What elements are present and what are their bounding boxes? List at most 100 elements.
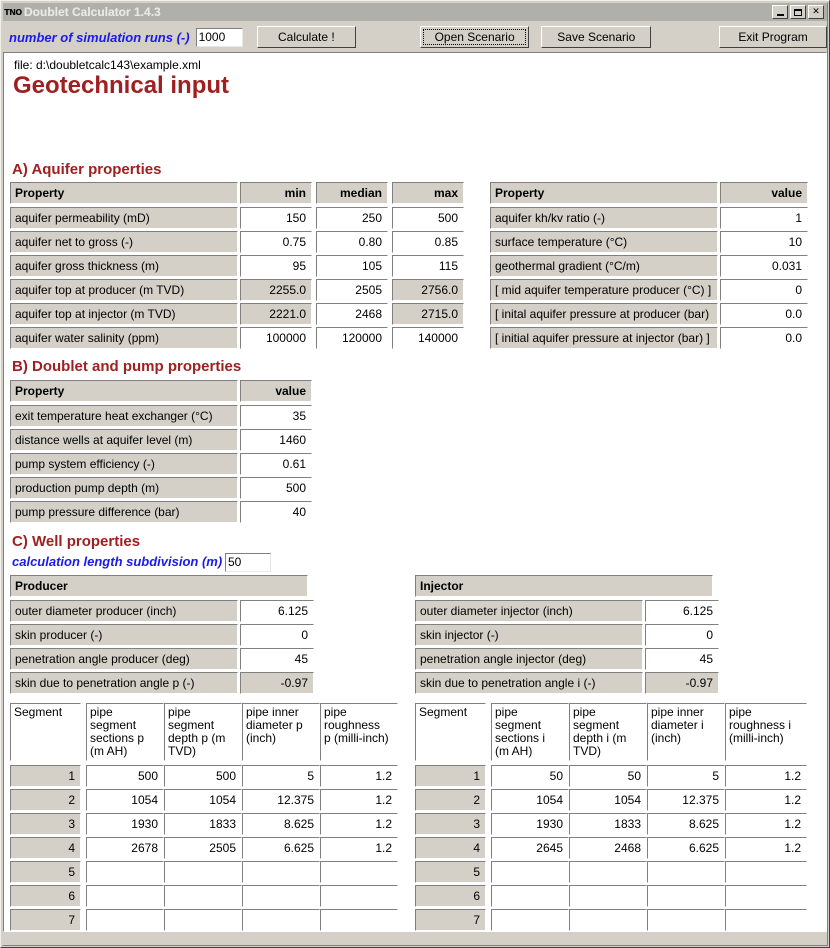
aquifer-right-row-value[interactable]: 0	[720, 279, 808, 301]
producer-segment-diameter[interactable]: 6.625	[242, 837, 320, 859]
injector-segment-roughness[interactable]	[725, 909, 807, 931]
close-button[interactable]: ✕	[808, 5, 824, 19]
producer-segment-diameter[interactable]: 5	[242, 765, 320, 787]
injector-segment-diameter[interactable]: 12.375	[647, 789, 725, 811]
injector-segment-depth[interactable]	[569, 861, 647, 883]
producer-segment-roughness[interactable]	[320, 909, 398, 931]
injector-segment-depth[interactable]: 1054	[569, 789, 647, 811]
aquifer-row-max[interactable]: 115	[392, 255, 464, 277]
producer-segment-depth[interactable]: 500	[164, 765, 242, 787]
injector-segment-depth[interactable]: 1833	[569, 813, 647, 835]
aquifer-row-median[interactable]: 2505	[316, 279, 388, 301]
doublet-row-value[interactable]: 35	[240, 405, 312, 427]
calculate-button[interactable]: Calculate !	[256, 26, 356, 48]
producer-segment-depth[interactable]: 1833	[164, 813, 242, 835]
injector-segment-depth[interactable]	[569, 909, 647, 931]
producer-segment-sections[interactable]: 1054	[86, 789, 164, 811]
aquifer-right-row-value[interactable]: 0.0	[720, 327, 808, 349]
injector-segment-diameter[interactable]	[647, 885, 725, 907]
producer-segment-diameter[interactable]	[242, 861, 320, 883]
injector-segment-depth[interactable]: 50	[569, 765, 647, 787]
maximize-button[interactable]	[790, 5, 806, 19]
producer-segment-depth[interactable]	[164, 885, 242, 907]
injector-segment-sections[interactable]: 1054	[491, 789, 569, 811]
producer-segment-roughness[interactable]	[320, 861, 398, 883]
doublet-row-value[interactable]: 40	[240, 501, 312, 523]
doublet-row-value[interactable]: 0.61	[240, 453, 312, 475]
injector-segment-roughness[interactable]: 1.2	[725, 813, 807, 835]
aquifer-right-row-value[interactable]: 10	[720, 231, 808, 253]
producer-segment-diameter[interactable]	[242, 909, 320, 931]
injector-row-value[interactable]: 6.125	[645, 600, 719, 622]
subdivision-input[interactable]: 50	[225, 553, 271, 572]
injector-row-value[interactable]: 0	[645, 624, 719, 646]
producer-segment-sections[interactable]	[86, 885, 164, 907]
producer-row-label: penetration angle producer (deg)	[10, 648, 238, 670]
aquifer-row-median[interactable]: 105	[316, 255, 388, 277]
aquifer-row-median[interactable]: 2468	[316, 303, 388, 325]
injector-segment-diameter[interactable]	[647, 909, 725, 931]
aquifer-row-min[interactable]: 0.75	[240, 231, 312, 253]
producer-segment-roughness[interactable]	[320, 885, 398, 907]
doublet-row-value[interactable]: 1460	[240, 429, 312, 451]
aquifer-row-min[interactable]: 95	[240, 255, 312, 277]
aquifer-row-median[interactable]: 250	[316, 207, 388, 229]
injector-segment-roughness[interactable]	[725, 885, 807, 907]
producer-segment-roughness[interactable]: 1.2	[320, 789, 398, 811]
doublet-row-value[interactable]: 500	[240, 477, 312, 499]
exit-program-button[interactable]: Exit Program	[719, 26, 828, 48]
producer-segment-sections[interactable]	[86, 909, 164, 931]
producer-segment-depth[interactable]	[164, 861, 242, 883]
producer-segment-sections[interactable]	[86, 861, 164, 883]
producer-segment-diameter[interactable]: 12.375	[242, 789, 320, 811]
injector-segment-depth[interactable]: 2468	[569, 837, 647, 859]
aquifer-right-row-value[interactable]: 0.031	[720, 255, 808, 277]
injector-segment-roughness[interactable]: 1.2	[725, 765, 807, 787]
aquifer-row-max[interactable]: 0.85	[392, 231, 464, 253]
injector-segment-sections[interactable]	[491, 861, 569, 883]
injector-segment-sections[interactable]	[491, 885, 569, 907]
injector-segment-diameter[interactable]: 5	[647, 765, 725, 787]
injector-segment-roughness[interactable]	[725, 861, 807, 883]
injector-row-value[interactable]: 45	[645, 648, 719, 670]
aquifer-row-median[interactable]: 120000	[316, 327, 388, 349]
producer-segment-depth[interactable]: 2505	[164, 837, 242, 859]
injector-segment-depth[interactable]	[569, 885, 647, 907]
injector-segment-roughness[interactable]: 1.2	[725, 837, 807, 859]
producer-segment-roughness[interactable]: 1.2	[320, 837, 398, 859]
producer-segment-depth[interactable]: 1054	[164, 789, 242, 811]
aquifer-row-median[interactable]: 0.80	[316, 231, 388, 253]
minimize-button[interactable]	[772, 5, 788, 19]
aquifer-row-min[interactable]: 100000	[240, 327, 312, 349]
injector-segment-sections[interactable]: 50	[491, 765, 569, 787]
producer-segment-sections[interactable]: 1930	[86, 813, 164, 835]
producer-segment-sections[interactable]: 2678	[86, 837, 164, 859]
injector-segment-sections[interactable]: 1930	[491, 813, 569, 835]
producer-segment-diameter[interactable]: 8.625	[242, 813, 320, 835]
aquifer-row-max[interactable]: 500	[392, 207, 464, 229]
producer-segment-diameter[interactable]	[242, 885, 320, 907]
simulation-runs-input[interactable]: 1000	[195, 27, 243, 47]
producer-segment-sections[interactable]: 500	[86, 765, 164, 787]
injector-segment-sections[interactable]: 2645	[491, 837, 569, 859]
aquifer-right-row-value[interactable]: 1	[720, 207, 808, 229]
injector-segment-sections[interactable]	[491, 909, 569, 931]
producer-segment-roughness[interactable]: 1.2	[320, 765, 398, 787]
injector-segment-diameter[interactable]: 6.625	[647, 837, 725, 859]
injector-segment-diameter[interactable]	[647, 861, 725, 883]
open-scenario-button[interactable]: Open Scenario	[419, 26, 530, 48]
injector-segment-number: 4	[415, 837, 486, 859]
producer-segment-depth[interactable]	[164, 909, 242, 931]
injector-segment-roughness[interactable]: 1.2	[725, 789, 807, 811]
aquifer-row-label: aquifer net to gross (-)	[10, 231, 238, 253]
injector-segment-diameter[interactable]: 8.625	[647, 813, 725, 835]
save-scenario-button[interactable]: Save Scenario	[541, 26, 652, 48]
aquifer-row-max[interactable]: 140000	[392, 327, 464, 349]
aquifer-row-min[interactable]: 150	[240, 207, 312, 229]
producer-row-value[interactable]: 45	[240, 648, 314, 670]
producer-row-value[interactable]: 0	[240, 624, 314, 646]
aquifer-right-row-value[interactable]: 0.0	[720, 303, 808, 325]
title-bar[interactable]: TNO Doublet Calculator 1.4.3 ✕	[3, 3, 827, 21]
producer-row-value[interactable]: 6.125	[240, 600, 314, 622]
producer-segment-roughness[interactable]: 1.2	[320, 813, 398, 835]
